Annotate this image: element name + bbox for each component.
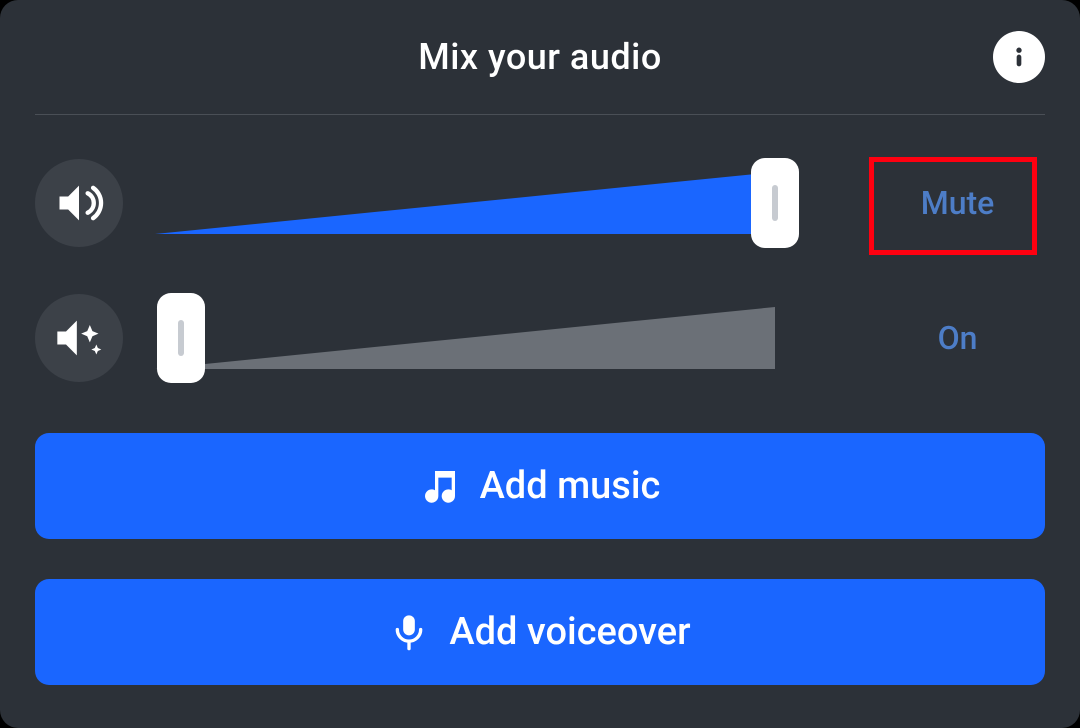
add-music-label: Add music [480, 464, 661, 508]
effects-audio-row: On [35, 290, 1045, 385]
microphone-icon [389, 612, 429, 652]
slider-controls: Mute On [0, 115, 1080, 385]
info-icon [1005, 43, 1033, 71]
mute-button[interactable]: Mute [870, 184, 1045, 222]
header: Mix your audio [35, 0, 1045, 115]
speaker-icon [53, 177, 105, 229]
main-audio-track-fill [155, 172, 775, 234]
action-buttons: Add music Add voiceover [0, 425, 1080, 685]
page-title: Mix your audio [418, 36, 662, 78]
effects-audio-slider[interactable] [155, 293, 850, 383]
main-audio-icon-wrap[interactable] [35, 159, 123, 247]
effects-on-button[interactable]: On [870, 319, 1045, 357]
info-button[interactable] [993, 31, 1045, 83]
main-audio-row: Mute [35, 155, 1045, 250]
add-voiceover-label: Add voiceover [449, 610, 690, 654]
music-note-icon [420, 466, 460, 506]
effects-audio-icon-wrap[interactable] [35, 294, 123, 382]
speaker-sparkle-icon [53, 312, 105, 364]
audio-mix-panel: Mix your audio Mute [0, 0, 1080, 728]
main-audio-thumb[interactable] [751, 158, 799, 248]
effects-audio-thumb[interactable] [157, 293, 205, 383]
main-audio-slider[interactable] [155, 158, 850, 248]
effects-audio-track [155, 307, 775, 369]
add-music-button[interactable]: Add music [35, 433, 1045, 539]
add-voiceover-button[interactable]: Add voiceover [35, 579, 1045, 685]
